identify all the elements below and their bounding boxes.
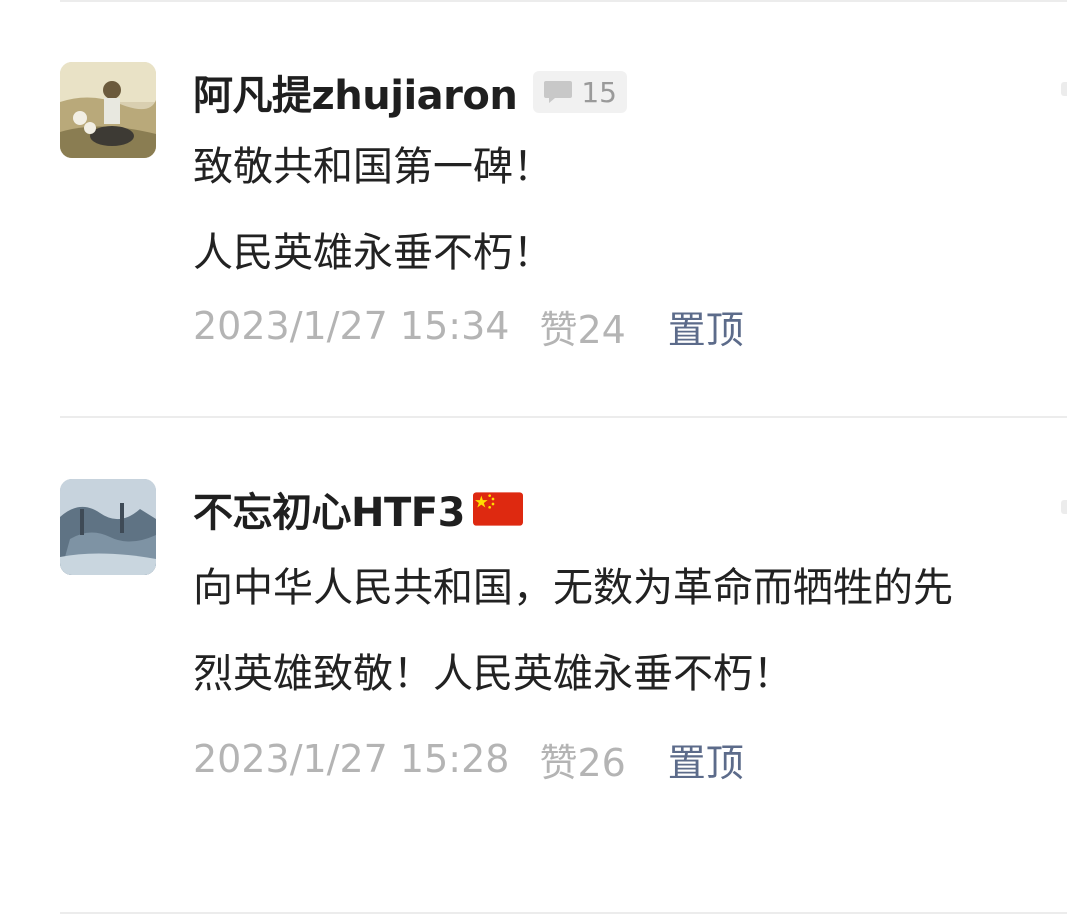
pin-button[interactable]: 置顶 xyxy=(668,732,744,787)
edge-indicator xyxy=(1061,500,1067,514)
comment-meta: 2023/1/27 15:28 赞26 置顶 xyxy=(193,729,1027,789)
username[interactable]: 阿凡提zhujiaron xyxy=(193,63,518,121)
comment-bubble-icon xyxy=(543,79,573,105)
like-button[interactable]: 赞26 xyxy=(539,732,625,787)
edge-indicator xyxy=(1061,82,1067,96)
comment-meta: 2023/1/27 15:34 赞24 置顶 xyxy=(193,296,1027,356)
avatar[interactable] xyxy=(60,479,156,575)
pin-button[interactable]: 置顶 xyxy=(668,299,744,354)
comment-text: 致敬共和国第一碑！ 人民英雄永垂不朽！ xyxy=(193,124,983,296)
top-divider xyxy=(60,0,1067,2)
china-flag-icon xyxy=(472,492,523,526)
bottom-divider xyxy=(60,912,1067,914)
comment-text: 向中华人民共和国，无数为革命而牺牲的先烈英雄致敬！人民英雄永垂不朽！ xyxy=(193,565,953,697)
reply-count: 15 xyxy=(581,75,617,109)
timestamp: 2023/1/27 15:34 xyxy=(193,304,510,348)
username[interactable]: 不忘初心HTF3 xyxy=(193,480,465,538)
comment-line: 致敬共和国第一碑！ xyxy=(193,144,553,190)
reply-count-badge[interactable]: 15 xyxy=(533,71,627,113)
comment-divider xyxy=(60,416,1067,418)
avatar[interactable] xyxy=(60,62,156,158)
like-button[interactable]: 赞24 xyxy=(539,299,625,354)
comment-line: 人民英雄永垂不朽！ xyxy=(193,230,553,276)
timestamp: 2023/1/27 15:28 xyxy=(193,737,510,781)
